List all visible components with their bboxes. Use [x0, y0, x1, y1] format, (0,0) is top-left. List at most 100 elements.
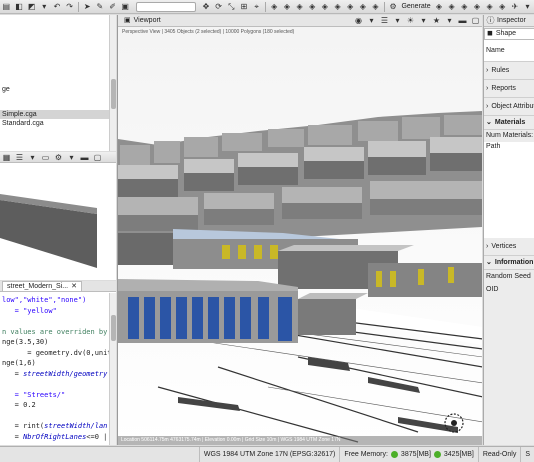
star-icon[interactable]: ★: [431, 16, 442, 26]
gear-icon[interactable]: ⚙: [53, 152, 64, 162]
dropdown-icon[interactable]: ▾: [522, 2, 533, 12]
code-line[interactable]: nge(3.5,30): [0, 337, 109, 348]
code-token: low","white","none"): [2, 296, 87, 304]
section-object-attributes[interactable]: › Object Attributes: [484, 98, 534, 116]
save-icon[interactable]: ◧: [14, 2, 25, 12]
light-icon[interactable]: ☀: [405, 16, 416, 26]
pen-icon[interactable]: ✎: [95, 2, 106, 12]
dropdown-icon[interactable]: ▾: [392, 16, 403, 26]
viewport-3d[interactable]: ▣ Viewport ◉ ▾ ☰ ▾ ☀ ▾ ★ ▾ ▬ ▢ Perspecti…: [117, 15, 482, 445]
scale-icon[interactable]: ⤡: [226, 2, 237, 12]
folder-icon[interactable]: ▤: [1, 2, 12, 12]
tab-cga-file[interactable]: street_Modern_Si... ✕: [2, 281, 82, 291]
tab-viewport[interactable]: ▣ Viewport: [120, 15, 165, 26]
section-reports[interactable]: › Reports: [484, 80, 534, 98]
code-line[interactable]: = "Streets/": [0, 390, 109, 401]
cube-icon[interactable]: ◈: [446, 2, 457, 12]
cube-icon[interactable]: ◈: [332, 2, 343, 12]
status-spacer: [0, 447, 200, 462]
cube-icon[interactable]: ◈: [497, 2, 508, 12]
close-icon[interactable]: ✕: [71, 282, 77, 292]
section-vertices[interactable]: › Vertices: [484, 238, 534, 256]
cube-icon[interactable]: ◈: [472, 2, 483, 12]
minimize-icon[interactable]: ▬: [457, 16, 468, 26]
chevron-right-icon: ›: [486, 84, 489, 92]
viewport-tab-label: Viewport: [133, 16, 161, 24]
code-token: streetWidth/geometry: [23, 369, 108, 378]
code-line[interactable]: low","white","none"): [0, 295, 109, 306]
shape-icon[interactable]: ▣: [120, 2, 131, 12]
cube-icon[interactable]: ◈: [459, 2, 470, 12]
city-scene: [118, 27, 482, 445]
cube-icon[interactable]: ◈: [358, 2, 369, 12]
section-rules[interactable]: › Rules: [484, 62, 534, 80]
rotate-icon[interactable]: ⟳: [213, 2, 224, 12]
toolbar-separator: [77, 1, 79, 12]
code-line[interactable]: = rint(streetWidth/lan: [0, 421, 109, 432]
tab-shape[interactable]: ◼ Shape: [484, 28, 534, 40]
cube-icon[interactable]: ◈: [307, 2, 318, 12]
dropdown-icon[interactable]: ▾: [39, 2, 50, 12]
scrollbar-thumb[interactable]: [111, 315, 116, 341]
dropdown-icon[interactable]: ▾: [66, 152, 77, 162]
cube-icon[interactable]: ◈: [294, 2, 305, 12]
code-line[interactable]: = 0.2: [0, 400, 109, 411]
mode-status: Read-Only: [479, 447, 522, 462]
shape-icon: ◼: [487, 30, 493, 37]
code-line[interactable]: = geometry.dv(0,unitSp: [0, 348, 116, 359]
dropdown-icon[interactable]: ▾: [444, 16, 455, 26]
code-line[interactable]: [0, 316, 109, 327]
brush-icon[interactable]: ✐: [107, 2, 118, 12]
code-line[interactable]: n values are overriden by: [0, 327, 109, 338]
wrench-icon[interactable]: ✈: [510, 2, 521, 12]
code-line[interactable]: [0, 411, 109, 422]
code-line[interactable]: = NbrOfRightLanes<=0 |: [0, 432, 109, 443]
move-icon[interactable]: ✥: [201, 2, 212, 12]
cube-icon[interactable]: ◈: [345, 2, 356, 12]
code-line[interactable]: [0, 379, 109, 390]
code-line[interactable]: = "yellow": [0, 306, 109, 317]
scrollbar-thumb[interactable]: [111, 79, 116, 109]
dropdown-icon[interactable]: ▾: [418, 16, 429, 26]
grid-icon[interactable]: ▦: [1, 152, 12, 162]
align-icon[interactable]: ⊞: [239, 2, 250, 12]
camera-icon[interactable]: ◉: [353, 16, 364, 26]
vertices-label: Vertices: [491, 242, 517, 250]
crs-status: WGS 1984 UTM Zone 17N (EPSG:32617): [200, 447, 341, 462]
code-line[interactable]: = streetWidth/geometry: [0, 369, 109, 380]
code-line[interactable]: [0, 442, 109, 445]
code-token: = "Streets/": [2, 390, 66, 399]
navigator-item[interactable]: ge: [0, 85, 116, 94]
navigator-item[interactable]: Standard.cga: [0, 119, 116, 128]
generate-icon[interactable]: ⚙: [388, 2, 399, 12]
code-line[interactable]: nge(1,6): [0, 358, 109, 369]
scrollbar[interactable]: [109, 293, 116, 445]
scrollbar[interactable]: [109, 15, 116, 151]
cube-icon[interactable]: ◈: [269, 2, 280, 12]
redo-icon[interactable]: ↷: [64, 2, 75, 12]
cube-icon[interactable]: ◈: [282, 2, 293, 12]
code-area[interactable]: low","white","none") = "yellow" n values …: [0, 295, 116, 445]
cursor-icon[interactable]: ➤: [82, 2, 93, 12]
minimize-icon[interactable]: ▬: [79, 152, 90, 162]
generate-button[interactable]: Generate: [401, 3, 430, 10]
new-icon[interactable]: ◩: [26, 2, 37, 12]
search-input[interactable]: [135, 1, 196, 12]
cube-icon[interactable]: ◈: [370, 2, 381, 12]
snap-icon[interactable]: ⌖: [251, 2, 262, 12]
undo-icon[interactable]: ↶: [52, 2, 63, 12]
toolbar-separator: [264, 1, 266, 12]
layers-icon[interactable]: ☰: [379, 16, 390, 26]
maximize-icon[interactable]: ▢: [92, 152, 103, 162]
navigator-item-selected[interactable]: Simple.cga: [0, 110, 116, 119]
cube-icon[interactable]: ◈: [320, 2, 331, 12]
camera-icon[interactable]: ▭: [40, 152, 51, 162]
navigator-item[interactable]: [0, 94, 116, 110]
viewport-tabbar: ▣ Viewport ◉ ▾ ☰ ▾ ☀ ▾ ★ ▾ ▬ ▢: [118, 15, 482, 27]
cube-icon[interactable]: ◈: [434, 2, 445, 12]
dropdown-icon[interactable]: ▾: [366, 16, 377, 26]
list-icon[interactable]: ☰: [14, 152, 25, 162]
dropdown-icon[interactable]: ▾: [27, 152, 38, 162]
cube-icon[interactable]: ◈: [484, 2, 495, 12]
maximize-icon[interactable]: ▢: [470, 16, 481, 26]
